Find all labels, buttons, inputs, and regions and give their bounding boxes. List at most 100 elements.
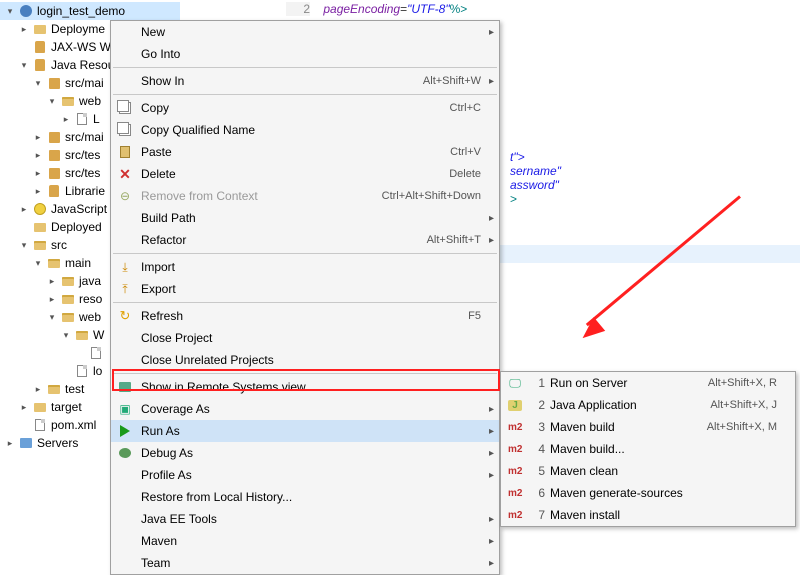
blank-icon — [115, 533, 135, 549]
tree-twisty[interactable]: ▾ — [18, 239, 30, 251]
tree-twisty[interactable]: ▸ — [32, 149, 44, 161]
tree-twisty[interactable]: ▸ — [4, 437, 16, 449]
menu-item-build-path[interactable]: Build Path — [111, 207, 499, 229]
menu-index: 3 — [531, 420, 545, 434]
runas-item-maven-build[interactable]: m24Maven build... — [501, 438, 795, 460]
tree-label: Deployed — [51, 220, 102, 234]
menu-item-export[interactable]: ⤒Export — [111, 278, 499, 300]
menu-item-show-in-remote-systems-view[interactable]: Show in Remote Systems view — [111, 376, 499, 398]
tree-twisty[interactable]: ▾ — [46, 95, 58, 107]
tree-twisty[interactable]: ▾ — [4, 5, 16, 17]
tree-label: W — [93, 328, 104, 342]
runas-item-run-on-server[interactable]: 🖵1Run on ServerAlt+Shift+X, R — [501, 372, 795, 394]
tree-twisty[interactable]: ▾ — [18, 59, 30, 71]
menu-accelerator: Alt+Shift+X, J — [710, 399, 777, 411]
menu-item-paste[interactable]: PasteCtrl+V — [111, 141, 499, 163]
menu-item-go-into[interactable]: Go Into — [111, 43, 499, 65]
jar-icon — [32, 57, 48, 73]
tree-label: web — [79, 310, 101, 324]
tree-twisty[interactable]: ▾ — [60, 329, 72, 341]
tree-label: src/mai — [65, 130, 104, 144]
menu-label: Remove from Context — [141, 189, 382, 203]
menu-index: 4 — [531, 442, 545, 456]
menu-item-new[interactable]: New — [111, 21, 499, 43]
menu-label: Maven clean — [550, 464, 777, 478]
menu-accelerator: Ctrl+V — [450, 146, 481, 158]
tree-twisty[interactable]: ▸ — [18, 401, 30, 413]
code-editor[interactable]: 2 pageEncoding="UTF-8"%> — [280, 0, 800, 18]
menu-accelerator: F5 — [468, 310, 481, 322]
menu-label: Profile As — [141, 468, 481, 482]
menu-item-team[interactable]: Team — [111, 552, 499, 574]
copy-icon — [115, 100, 135, 116]
runas-item-maven-clean[interactable]: m25Maven clean — [501, 460, 795, 482]
tree-twisty[interactable] — [18, 221, 30, 233]
menu-item-copy-qualified-name[interactable]: Copy Qualified Name — [111, 119, 499, 141]
runas-item-maven-build[interactable]: m23Maven buildAlt+Shift+X, M — [501, 416, 795, 438]
pkg-icon — [46, 75, 62, 91]
menu-separator — [113, 373, 497, 374]
runas-item-maven-install[interactable]: m27Maven install — [501, 504, 795, 526]
menu-item-close-unrelated-projects[interactable]: Close Unrelated Projects — [111, 349, 499, 371]
menu-item-restore-from-local-history[interactable]: Restore from Local History... — [111, 486, 499, 508]
runas-item-maven-generate-sources[interactable]: m26Maven generate-sources — [501, 482, 795, 504]
menu-item-maven[interactable]: Maven — [111, 530, 499, 552]
tree-label: Servers — [37, 436, 78, 450]
menu-item-delete[interactable]: ✕DeleteDelete — [111, 163, 499, 185]
maven-icon: m2 — [505, 507, 525, 523]
tree-twisty[interactable]: ▸ — [32, 185, 44, 197]
blank-icon — [115, 330, 135, 346]
tree-label: src/tes — [65, 166, 100, 180]
tree-twisty[interactable]: ▾ — [32, 257, 44, 269]
tree-twisty[interactable]: ▾ — [32, 77, 44, 89]
menu-item-copy[interactable]: CopyCtrl+C — [111, 97, 499, 119]
menu-label: Go Into — [141, 47, 481, 61]
menu-separator — [113, 67, 497, 68]
tree-label: Librarie — [65, 184, 105, 198]
menu-label: Java Application — [550, 398, 710, 412]
java-icon: J — [505, 397, 525, 413]
menu-separator — [113, 302, 497, 303]
tree-twisty[interactable] — [18, 419, 30, 431]
tree-twisty[interactable]: ▸ — [32, 383, 44, 395]
tree-item[interactable]: ▾login_test_demo — [0, 2, 180, 20]
menu-label: Maven build... — [550, 442, 777, 456]
tree-label: L — [93, 112, 100, 126]
menu-item-run-as[interactable]: Run As — [111, 420, 499, 442]
menu-item-refactor[interactable]: RefactorAlt+Shift+T — [111, 229, 499, 251]
menu-item-show-in[interactable]: Show InAlt+Shift+W — [111, 70, 499, 92]
menu-label: Show In — [141, 74, 423, 88]
menu-item-close-project[interactable]: Close Project — [111, 327, 499, 349]
folder-open-icon — [60, 291, 76, 307]
tree-twisty[interactable]: ▸ — [60, 113, 72, 125]
menu-item-debug-as[interactable]: Debug As — [111, 442, 499, 464]
tree-twisty[interactable] — [18, 41, 30, 53]
tree-twisty[interactable]: ▸ — [18, 23, 30, 35]
menu-label: Restore from Local History... — [141, 490, 481, 504]
menu-item-java-ee-tools[interactable]: Java EE Tools — [111, 508, 499, 530]
runas-item-java-application[interactable]: J2Java ApplicationAlt+Shift+X, J — [501, 394, 795, 416]
folder-open-icon — [60, 273, 76, 289]
tree-twisty[interactable]: ▸ — [32, 131, 44, 143]
context-menu: New Go Into Show InAlt+Shift+W CopyCtrl+C Co… — [110, 20, 500, 575]
menu-item-profile-as[interactable]: Profile As — [111, 464, 499, 486]
tree-twisty[interactable]: ▸ — [32, 167, 44, 179]
tree-label: Java Resou — [51, 58, 114, 72]
tree-label: test — [65, 382, 84, 396]
tree-twisty[interactable]: ▸ — [18, 203, 30, 215]
tree-twisty[interactable]: ▸ — [46, 275, 58, 287]
tree-twisty[interactable]: ▸ — [46, 293, 58, 305]
tree-twisty[interactable] — [60, 365, 72, 377]
menu-item-import[interactable]: ⤓Import — [111, 256, 499, 278]
remote-icon — [115, 379, 135, 395]
blank-icon — [115, 24, 135, 40]
tree-twisty[interactable]: ▾ — [46, 311, 58, 323]
menu-label: Refactor — [141, 233, 427, 247]
menu-item-coverage-as[interactable]: ▣Coverage As — [111, 398, 499, 420]
menu-label: Import — [141, 260, 481, 274]
menu-item-refresh[interactable]: ↻RefreshF5 — [111, 305, 499, 327]
tree-twisty[interactable] — [74, 347, 86, 359]
menu-label: Copy Qualified Name — [141, 123, 481, 137]
menu-item-remove-from-context[interactable]: ⊖Remove from ContextCtrl+Alt+Shift+Down — [111, 185, 499, 207]
paste-icon — [115, 144, 135, 160]
